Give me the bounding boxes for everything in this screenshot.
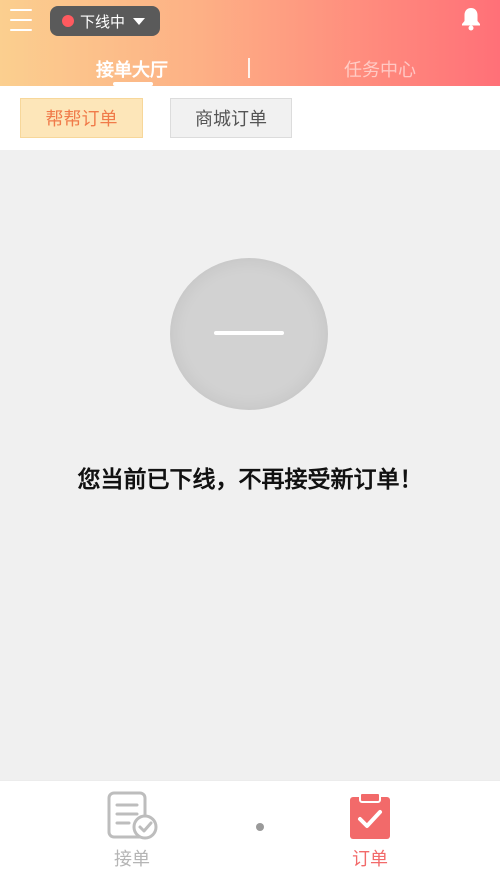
subtab-mall-orders[interactable]: 商城订单 bbox=[170, 98, 292, 138]
subtab-help-orders-label: 帮帮订单 bbox=[45, 109, 118, 130]
tab-divider bbox=[248, 58, 250, 78]
floating-dot bbox=[256, 823, 264, 831]
bottom-nav: 接单 订单 bbox=[0, 780, 500, 870]
online-status-toggle[interactable]: 下线中 bbox=[50, 6, 160, 36]
nav-item-accept-orders[interactable]: 接单 bbox=[82, 781, 182, 870]
offline-illustration bbox=[170, 258, 328, 410]
bell-icon[interactable] bbox=[460, 6, 482, 32]
nav-item-orders[interactable]: 订单 bbox=[320, 781, 420, 870]
tab-task-center-label: 任务中心 bbox=[344, 60, 416, 81]
minus-icon bbox=[214, 331, 284, 335]
offline-dot-icon bbox=[62, 15, 74, 27]
tab-task-center[interactable]: 任务中心 bbox=[320, 55, 440, 83]
status-label: 下线中 bbox=[80, 12, 126, 31]
offline-message: 您当前已下线，不再接受新订单！ bbox=[77, 467, 423, 493]
nav-accept-orders-label: 接单 bbox=[114, 849, 150, 870]
tab-order-hall-label: 接单大厅 bbox=[96, 60, 168, 81]
chevron-down-icon bbox=[133, 17, 146, 25]
order-type-bar: 帮帮订单 商城订单 bbox=[0, 86, 500, 150]
nav-orders-label: 订单 bbox=[352, 849, 388, 870]
document-check-icon bbox=[107, 791, 158, 840]
subtab-help-orders[interactable]: 帮帮订单 bbox=[20, 98, 143, 138]
menu-icon[interactable] bbox=[10, 9, 32, 31]
subtab-mall-orders-label: 商城订单 bbox=[195, 109, 267, 130]
app-root: 下线中 接单大厅 任务中心 帮帮订单 商城订单 您当前已下线，不再接受新订单！ bbox=[0, 0, 500, 870]
tab-order-hall[interactable]: 接单大厅 bbox=[72, 55, 192, 83]
header-bar: 下线中 接单大厅 任务中心 bbox=[0, 0, 500, 86]
clipboard-check-icon bbox=[350, 792, 390, 839]
